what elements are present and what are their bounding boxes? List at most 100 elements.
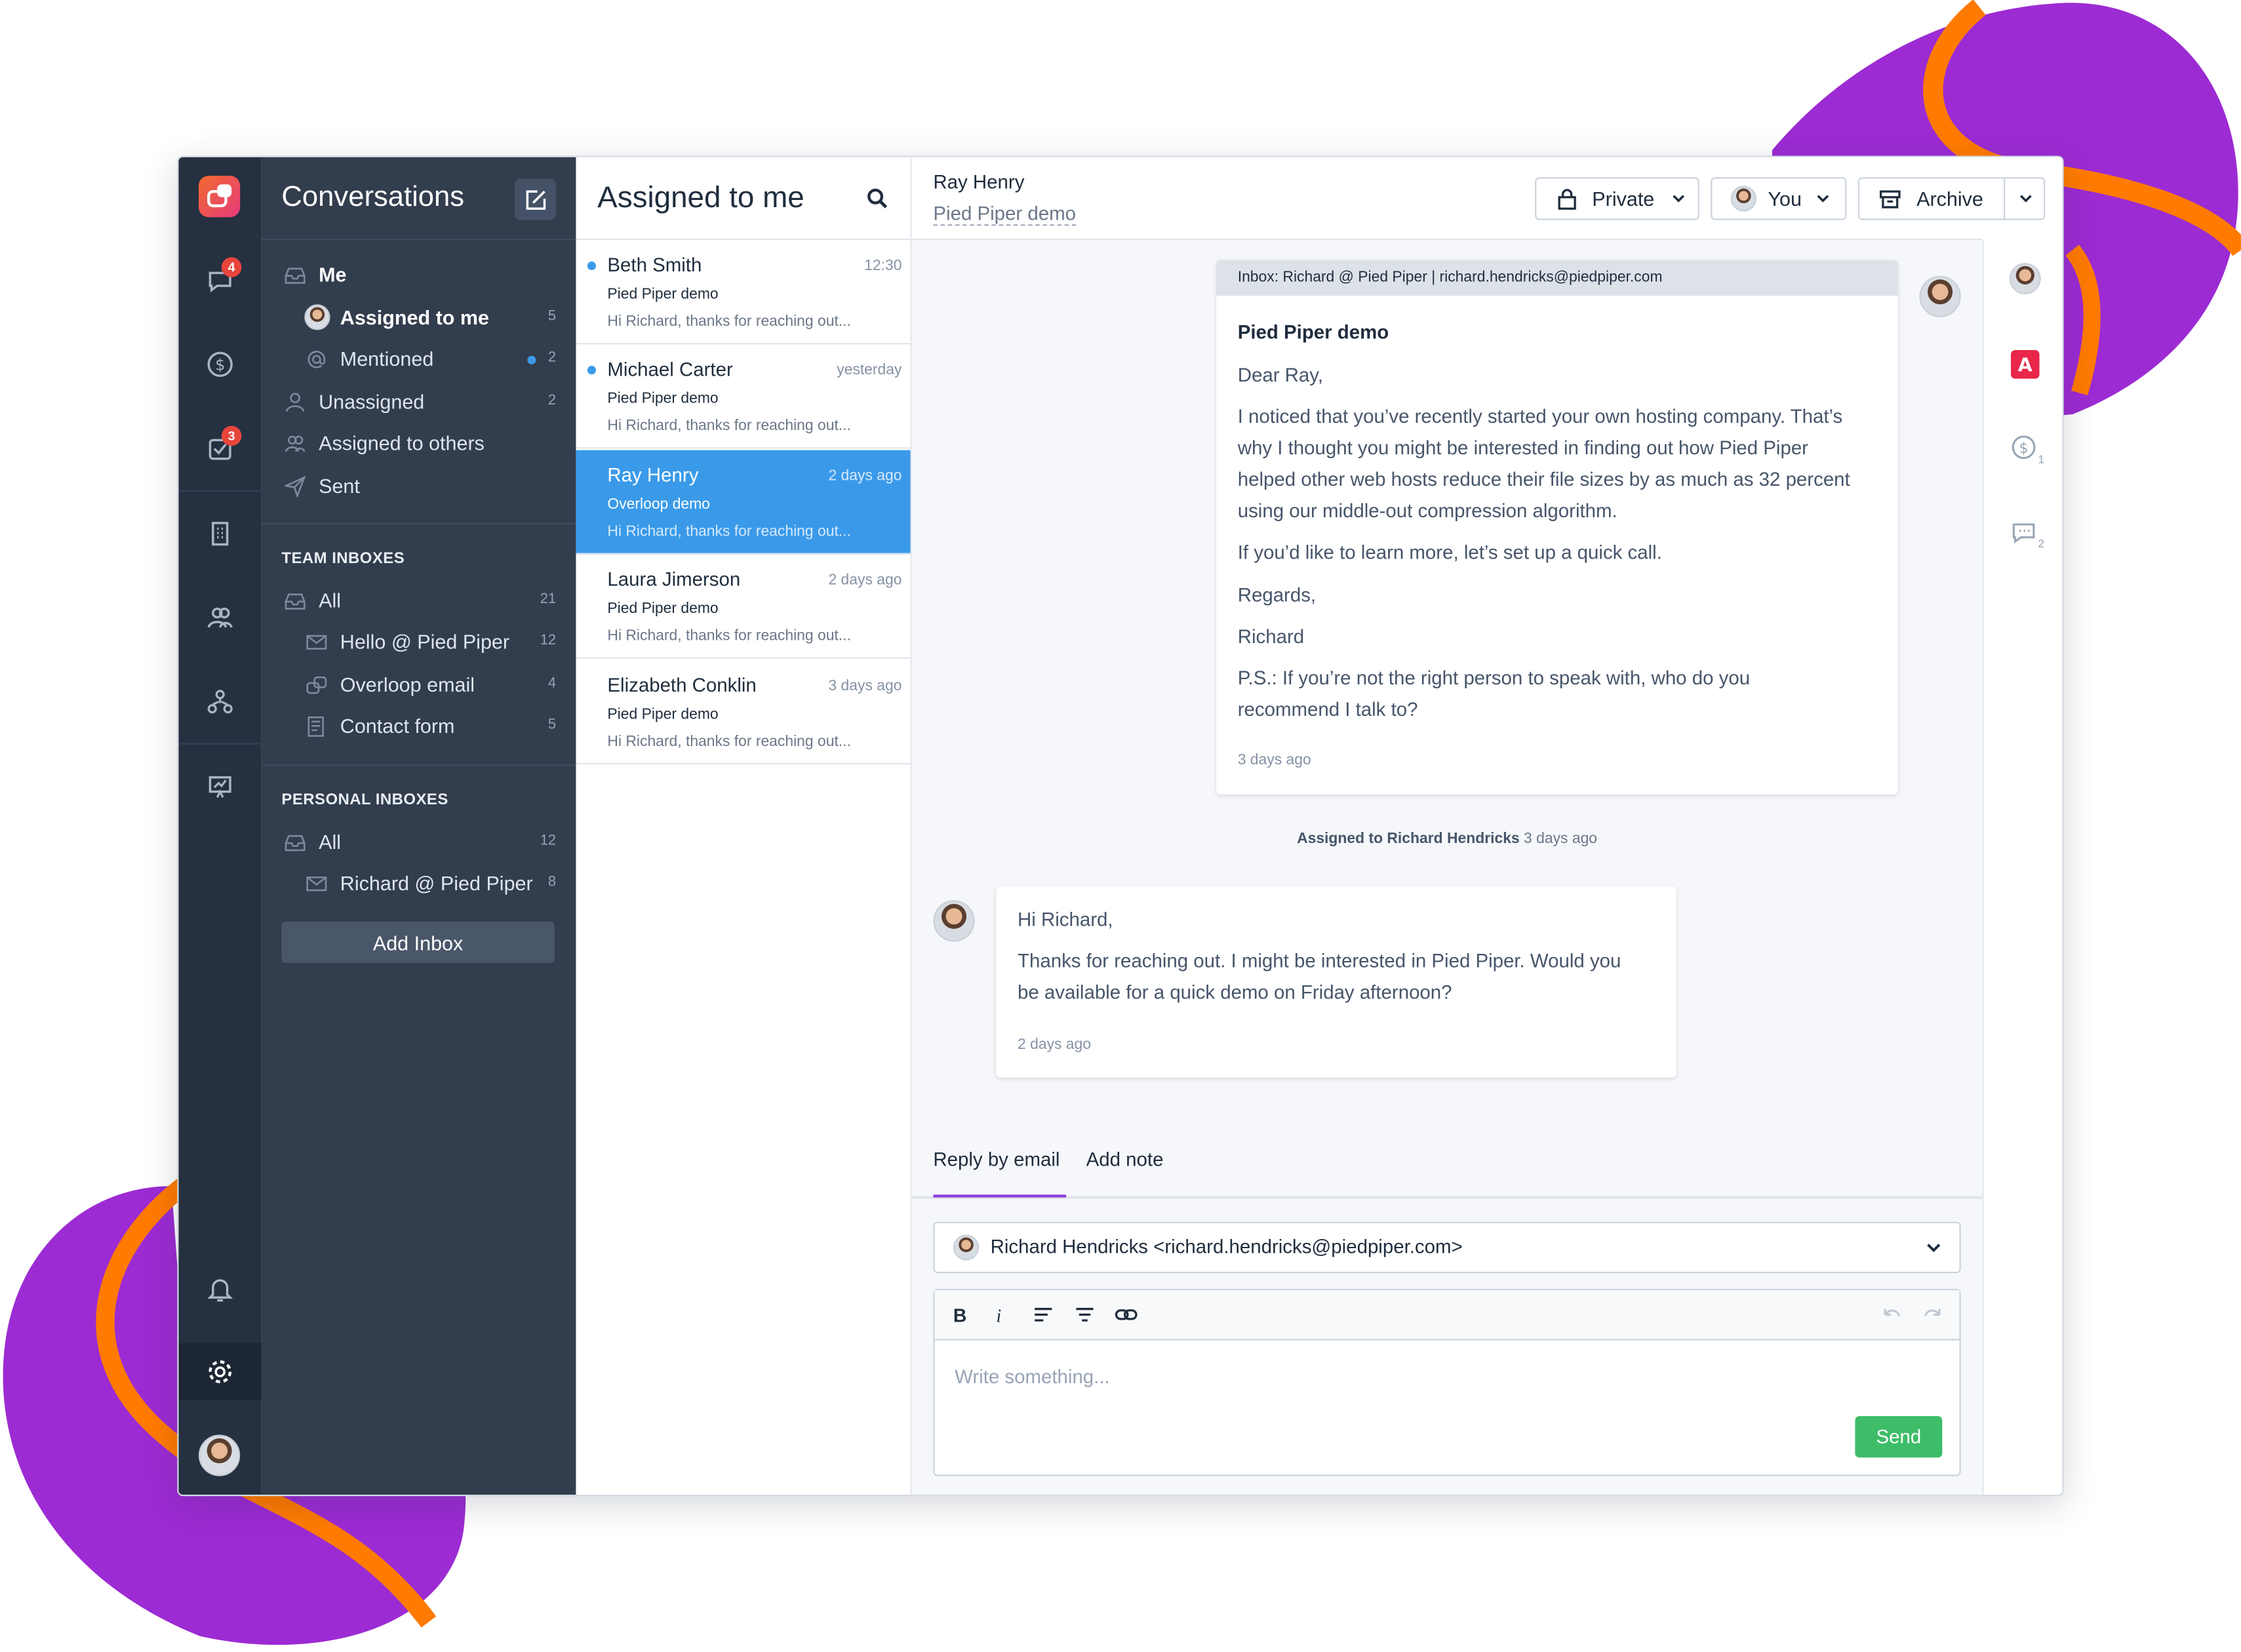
archive-button[interactable]: Archive xyxy=(1857,177,2006,220)
sidebar-item-hello-pied-piper[interactable]: Hello @ Pied Piper 12 xyxy=(262,621,576,663)
conversation-header: Ray Henry Pied Piper demo Private You Ar… xyxy=(911,157,2046,241)
message-time: 3 days ago xyxy=(1237,751,1311,769)
conversation-item[interactable]: Laura Jimerson 2 days ago Pied Piper dem… xyxy=(576,555,911,659)
outgoing-email-card: Inbox: Richard @ Pied Piper | richard.he… xyxy=(1216,260,1898,795)
chevron-down-icon xyxy=(2020,195,2032,203)
assignee-label: You xyxy=(1768,187,1802,210)
incoming-email-card: Hi Richard, Thanks for reaching out. I m… xyxy=(996,886,1676,1078)
inbox-icon xyxy=(285,267,306,284)
conversation-item[interactable]: Michael Carter yesterday Pied Piper demo… xyxy=(576,344,911,449)
sidebar-item-label: Hello @ Pied Piper xyxy=(340,630,510,654)
red-app-icon: A xyxy=(2010,350,2040,379)
gear-icon xyxy=(208,1360,232,1384)
rail-reports[interactable] xyxy=(178,757,261,814)
sidebar-item-contact-form[interactable]: Contact form 5 xyxy=(262,706,576,747)
conversation-name: Ray Henry xyxy=(607,464,699,486)
email-greeting: Hi Richard, xyxy=(1018,909,1113,931)
email-body-line: If you’d like to learn more, let’s set u… xyxy=(1237,541,1662,563)
avatar xyxy=(953,1234,980,1261)
undo-icon[interactable] xyxy=(1882,1308,1903,1322)
rail-conversations[interactable]: 4 xyxy=(178,252,261,309)
sidebar-item-label: All xyxy=(319,589,342,612)
conversation-subject: Pied Piper demo xyxy=(607,600,719,618)
sender-avatar xyxy=(1919,275,1961,317)
sidebar-item-assigned-to-me[interactable]: Assigned to me 5 xyxy=(262,297,576,338)
conversation-list: Assigned to me Beth Smith 12:30 Pied Pip… xyxy=(576,157,912,1495)
form-icon xyxy=(307,716,324,737)
user-avatar[interactable] xyxy=(198,1434,241,1476)
app-integration-button[interactable]: A xyxy=(2008,347,2042,382)
sidebar-item-count: 5 xyxy=(547,717,556,734)
users-icon xyxy=(207,607,233,628)
sidebar-item-label: Assigned to others xyxy=(319,431,485,455)
italic-button[interactable]: i xyxy=(996,1305,1001,1328)
conversation-item[interactable]: Elizabeth Conklin 3 days ago Pied Piper … xyxy=(576,660,911,765)
align-left-icon[interactable] xyxy=(1033,1306,1054,1323)
sidebar-item-label: Mentioned xyxy=(340,347,434,370)
private-label: Private xyxy=(1592,187,1655,210)
rail-tasks[interactable]: 3 xyxy=(178,420,261,477)
tab-add-note[interactable]: Add note xyxy=(1086,1149,1164,1171)
editor-toolbar: B i xyxy=(934,1290,1960,1341)
sidebar-item-richard-pied-piper[interactable]: Richard @ Pied Piper 8 xyxy=(262,863,576,905)
conversation-name: Elizabeth Conklin xyxy=(607,674,757,696)
sidebar-item-count: 21 xyxy=(540,591,556,608)
send-button[interactable]: Send xyxy=(1855,1416,1943,1458)
svg-text:$: $ xyxy=(2019,441,2029,457)
sidebar-item-me[interactable]: Me xyxy=(262,254,576,296)
conversation-time: 12:30 xyxy=(864,257,902,275)
rail-teams[interactable] xyxy=(178,673,261,730)
conversation-item[interactable]: Beth Smith 12:30 Pied Piper demo Hi Rich… xyxy=(576,240,911,345)
compose-button[interactable] xyxy=(514,178,556,220)
sidebar-item-team-all[interactable]: All 21 xyxy=(262,580,576,621)
private-button[interactable]: Private xyxy=(1535,177,1699,220)
conversations-panel-button[interactable]: 2 xyxy=(2008,516,2044,550)
deals-panel-button[interactable]: $ 1 xyxy=(2008,431,2044,466)
conversation-time: 2 days ago xyxy=(828,571,902,589)
sidebar-item-mentioned[interactable]: Mentioned 2 xyxy=(262,339,576,380)
app-logo[interactable] xyxy=(198,176,241,218)
sidebar-item-count: 2 xyxy=(547,393,556,409)
rail-companies[interactable] xyxy=(178,504,261,561)
recipient-select[interactable]: Richard Hendricks <richard.hendricks@pie… xyxy=(933,1221,1961,1274)
align-center-icon[interactable] xyxy=(1075,1306,1095,1323)
sidebar-item-unassigned[interactable]: Unassigned 2 xyxy=(262,382,576,423)
rail-settings[interactable] xyxy=(178,1343,262,1401)
unread-dot xyxy=(527,355,536,364)
assignee-button[interactable]: You xyxy=(1711,177,1847,220)
conversation-preview: Hi Richard, thanks for reaching out... xyxy=(607,627,851,645)
add-inbox-button[interactable]: Add Inbox xyxy=(281,921,555,964)
chevron-down-icon xyxy=(1927,1244,1941,1253)
rail-deals[interactable]: $ xyxy=(178,336,261,393)
rail-contacts[interactable] xyxy=(178,589,261,646)
bold-button[interactable]: B xyxy=(953,1305,966,1326)
active-tab-indicator xyxy=(933,1194,1067,1198)
archive-options-button[interactable] xyxy=(2004,177,2046,220)
sidebar-item-assigned-to-others[interactable]: Assigned to others xyxy=(262,423,576,464)
presentation-chart-icon xyxy=(208,776,231,798)
chevron-down-icon xyxy=(1817,195,1829,203)
contact-name[interactable]: Ray Henry xyxy=(933,172,1024,193)
chat-bubble-icon xyxy=(2012,523,2035,544)
sidebar-item-overloop-email[interactable]: Overloop email 4 xyxy=(262,665,576,706)
search-icon[interactable] xyxy=(866,187,889,210)
conversation-subject[interactable]: Pied Piper demo xyxy=(933,203,1076,226)
redo-icon[interactable] xyxy=(1922,1308,1943,1322)
tab-reply-by-email[interactable]: Reply by email xyxy=(933,1149,1060,1171)
sidebar-item-label: Contact form xyxy=(340,714,455,738)
sidebar-item-label: Unassigned xyxy=(319,390,425,413)
conversation-item-selected[interactable]: Ray Henry 2 days ago Overloop demo Hi Ri… xyxy=(576,450,911,555)
conversations-sidebar: Conversations Me Assigned to me 5 Mentio… xyxy=(261,157,576,1495)
inbox-line: Inbox: Richard @ Pied Piper | richard.he… xyxy=(1216,260,1898,296)
link-icon[interactable] xyxy=(1115,1306,1138,1323)
sidebar-item-sent[interactable]: Sent xyxy=(262,466,576,507)
system-event-text: Assigned to Richard Hendricks xyxy=(1297,830,1520,848)
reply-editor[interactable]: B i Write something... Send xyxy=(933,1289,1961,1476)
contact-avatar[interactable] xyxy=(2009,263,2041,295)
conversation-subject: Pied Piper demo xyxy=(607,390,719,408)
unread-dot xyxy=(587,366,596,375)
sidebar-item-count: 12 xyxy=(540,833,556,849)
sidebar-item-personal-all[interactable]: All 12 xyxy=(262,821,576,863)
app-window: 4 $ 3 Conversations Me Assigned to me 5 … xyxy=(177,155,2064,1497)
rail-notifications[interactable] xyxy=(178,1261,261,1318)
